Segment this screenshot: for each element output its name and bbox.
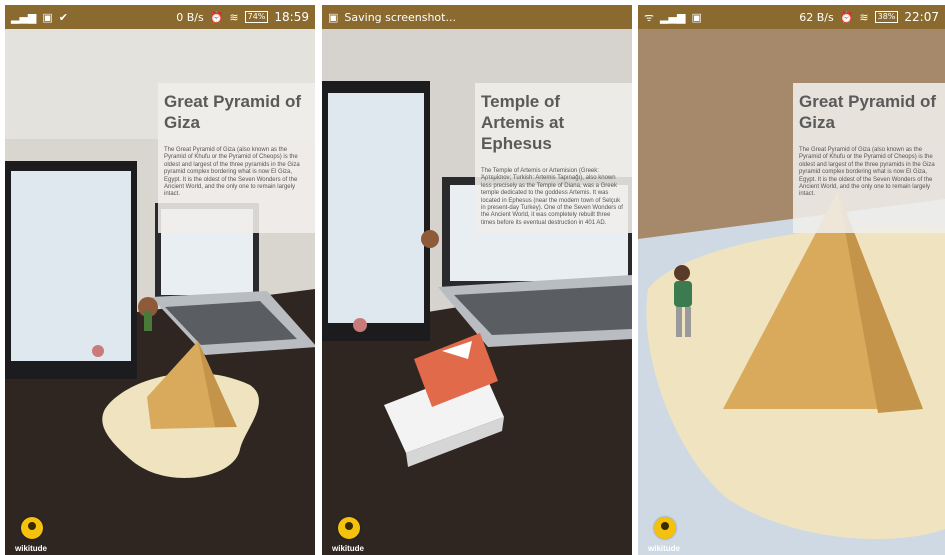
poi-info-card[interactable]: Temple of Artemis at Ephesus The Temple … <box>475 83 632 233</box>
poi-description: The Great Pyramid of Giza (also known as… <box>164 147 300 198</box>
alarm-icon: ⏰ <box>209 10 224 24</box>
wikitude-eye-icon <box>338 517 360 539</box>
wifi-icon: ≋ <box>859 10 869 24</box>
alarm-icon: ⏰ <box>839 10 854 24</box>
network-speed: 62 B/s <box>799 10 834 24</box>
brand-label: wikitude <box>648 544 681 553</box>
wifi-icon: ≋ <box>229 10 239 24</box>
wikitude-logo: wikitude <box>332 515 372 553</box>
battery-level: 38% <box>874 11 899 23</box>
network-speed: 0 B/s <box>176 10 204 24</box>
poi-title: Great Pyramid of Giza <box>164 92 301 132</box>
wikitude-logo: wikitude <box>15 515 55 553</box>
clock: 22:07 <box>904 10 939 24</box>
wikitude-eye-icon <box>654 517 676 539</box>
poi-title: Temple of Artemis at Ephesus <box>481 92 565 153</box>
screenshot-panel-2: ▣ Saving screenshot... Temple of Artemis… <box>322 5 632 555</box>
battery-level: 74% <box>244 11 269 23</box>
wikitude-logo: wikitude <box>648 515 688 553</box>
brand-label: wikitude <box>15 544 48 553</box>
poi-title: Great Pyramid of Giza <box>799 92 936 132</box>
signal-icon: ▂▄▆ <box>11 10 37 24</box>
wikitude-eye-icon <box>21 517 43 539</box>
image-icon: ▣ <box>42 10 53 24</box>
poi-description: The Temple of Artemis or Artemision (Gre… <box>481 168 623 226</box>
poi-info-card[interactable]: Great Pyramid of Giza The Great Pyramid … <box>793 83 945 233</box>
notification-text: Saving screenshot... <box>344 10 456 24</box>
poi-description: The Great Pyramid of Giza (also known as… <box>799 147 935 198</box>
poi-info-card[interactable]: Great Pyramid of Giza The Great Pyramid … <box>158 83 315 233</box>
screenshot-panel-1: ▂▄▆ ▣ ✔ 0 B/s ⏰ ≋ 74% 18:59 Great Pyrami… <box>5 5 315 555</box>
status-bar: ▣ Saving screenshot... <box>322 5 632 29</box>
wifi-signal-icon: ᯤ <box>644 10 655 24</box>
screenshot-icon: ▣ <box>328 10 339 24</box>
clock: 18:59 <box>274 10 309 24</box>
status-bar: ᯤ ▂▄▆ ▣ 62 B/s ⏰ ≋ 38% 22:07 <box>638 5 945 29</box>
signal-icon: ▂▄▆ <box>660 10 686 24</box>
screenshot-panel-3: ᯤ ▂▄▆ ▣ 62 B/s ⏰ ≋ 38% 22:07 Great Pyram… <box>638 5 945 555</box>
status-bar: ▂▄▆ ▣ ✔ 0 B/s ⏰ ≋ 74% 18:59 <box>5 5 315 29</box>
image-icon: ▣ <box>691 10 702 24</box>
check-icon: ✔ <box>58 10 69 24</box>
brand-label: wikitude <box>332 544 365 553</box>
